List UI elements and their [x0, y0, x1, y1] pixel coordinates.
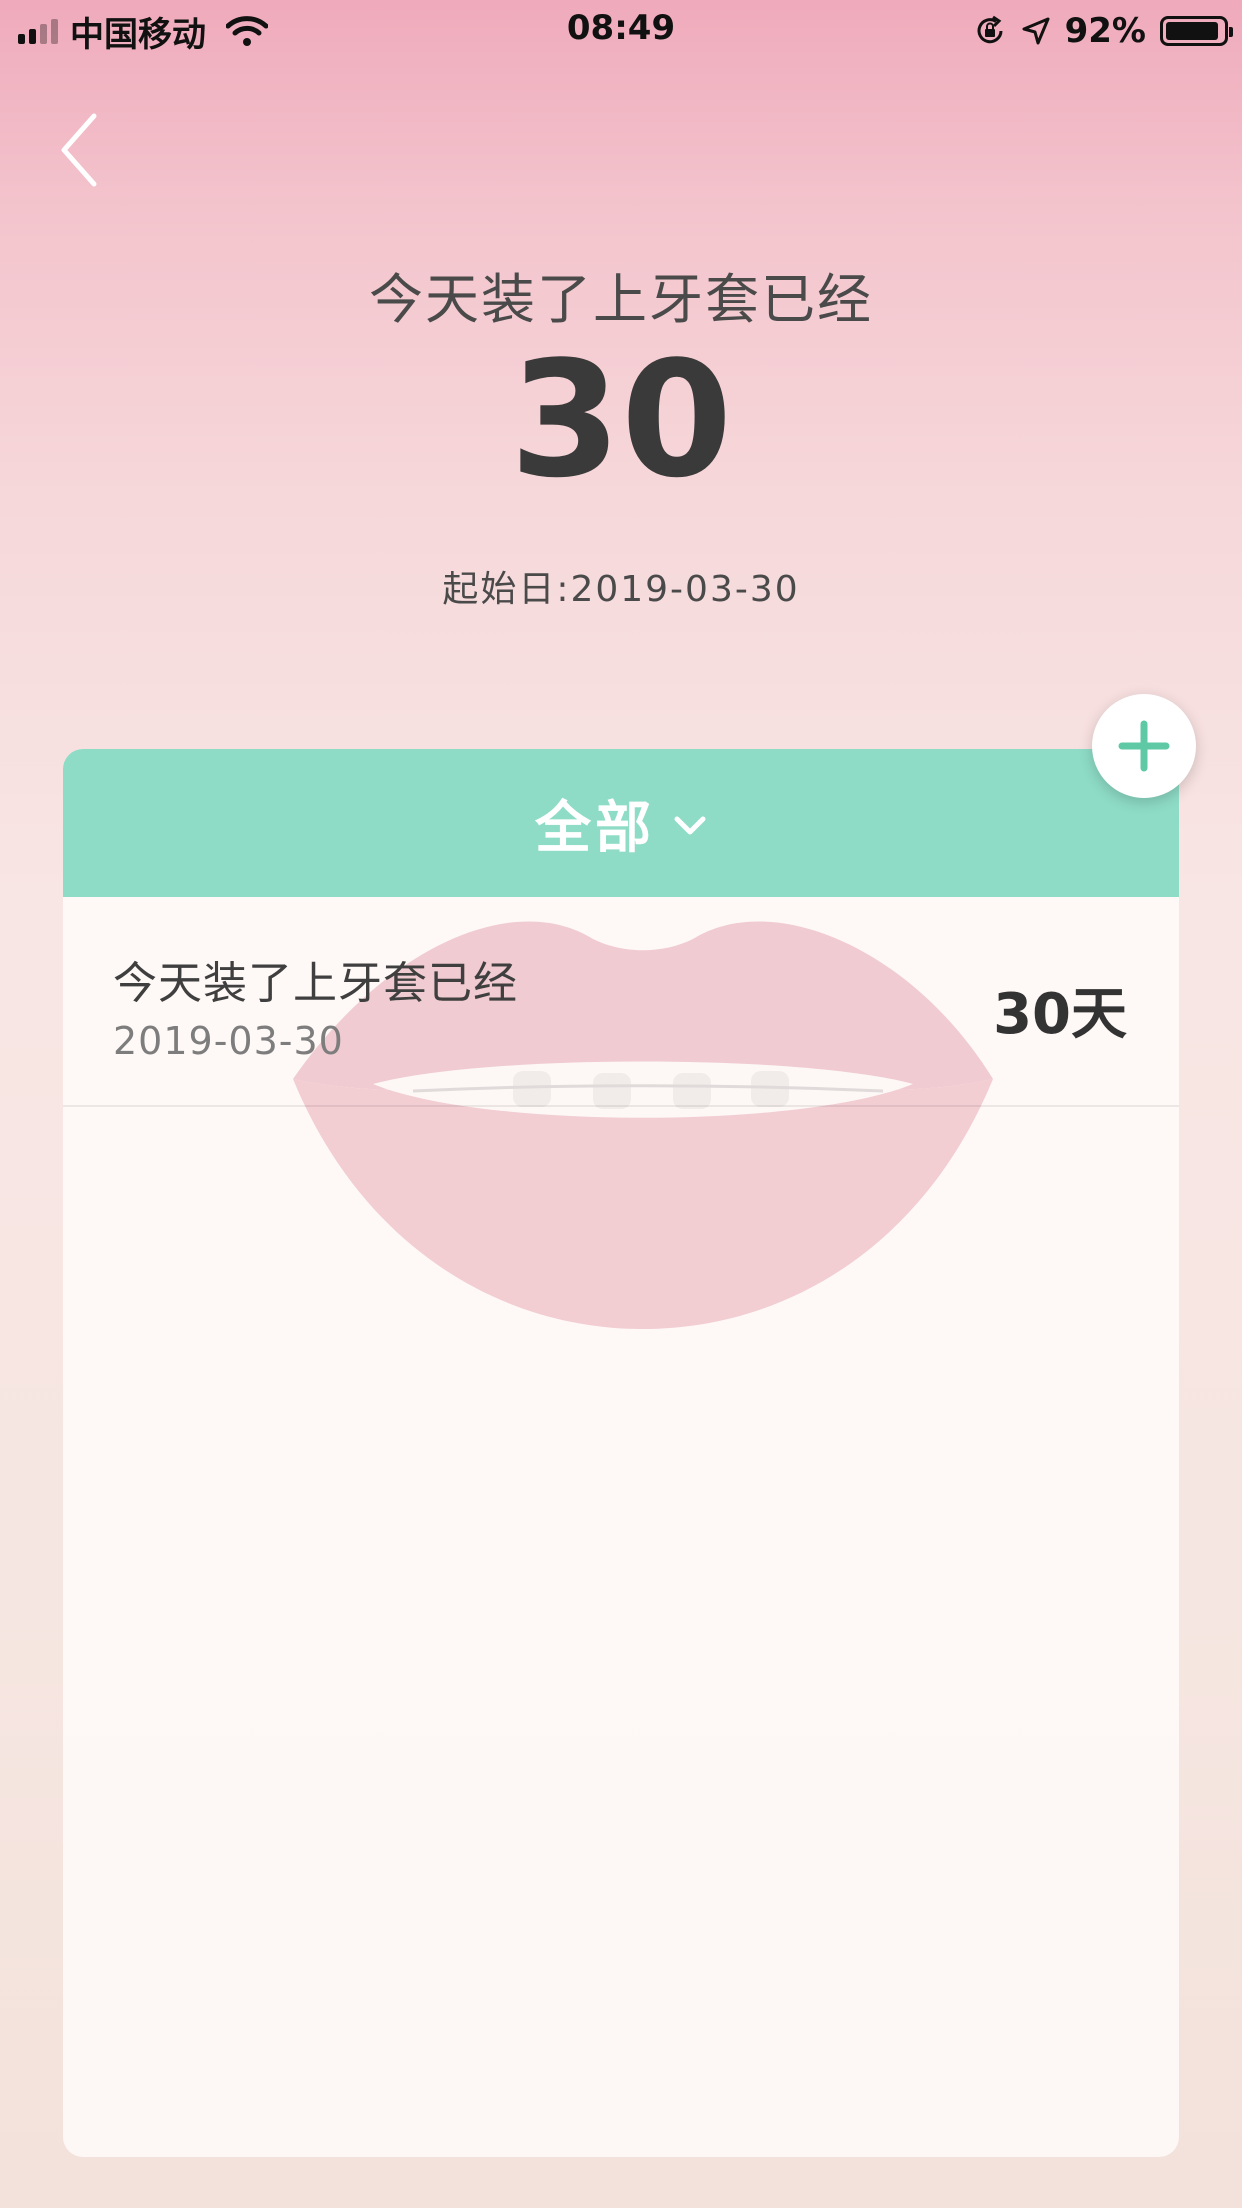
filter-label: 全部 — [535, 795, 655, 861]
events-card: 全部 今天装了上牙套已经 2019-03-30 30天 — [63, 749, 1179, 2157]
filter-dropdown[interactable]: 全部 — [63, 749, 1179, 897]
item-title: 今天装了上牙套已经 — [113, 958, 518, 1009]
item-date: 2019-03-30 — [113, 1019, 344, 1063]
battery-percent: 92% — [1064, 11, 1146, 51]
start-date: 起始日:2019-03-30 — [442, 569, 800, 610]
page-title: 今天装了上牙套已经 — [369, 268, 873, 331]
item-days: 30天 — [993, 982, 1127, 1047]
chevron-down-icon — [674, 816, 706, 835]
plus-icon — [1118, 720, 1170, 772]
back-button[interactable] — [50, 110, 110, 190]
location-icon — [1022, 17, 1050, 45]
status-bar: 中国移动 08:49 92% — [0, 0, 1242, 62]
add-button[interactable] — [1092, 694, 1196, 798]
list-item[interactable]: 今天装了上牙套已经 2019-03-30 30天 — [63, 897, 1179, 1107]
orientation-lock-icon — [977, 15, 1003, 44]
day-counter: 30 — [509, 326, 733, 513]
status-bar-right: 92% — [973, 10, 1233, 52]
chevron-left-icon — [61, 113, 97, 187]
battery-icon — [1160, 16, 1233, 46]
